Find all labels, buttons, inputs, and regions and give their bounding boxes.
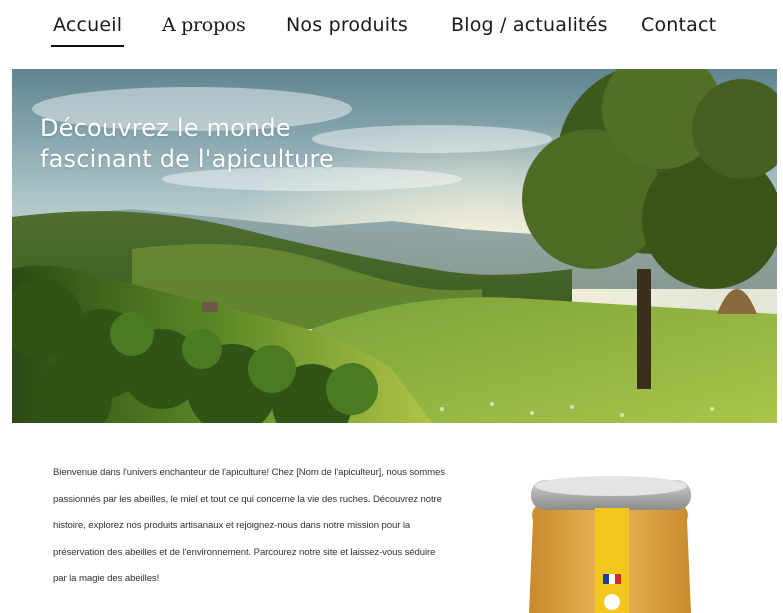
nav-item-a-propos[interactable]: A propos <box>162 14 246 36</box>
nav-item-accueil[interactable]: Accueil <box>53 14 122 36</box>
hero-banner: Découvrez le monde fascinant de l'apicul… <box>12 69 777 423</box>
nav-item-contact[interactable]: Contact <box>641 14 716 36</box>
main-navigation: Accueil A propos Nos produits Blog / act… <box>0 0 783 58</box>
active-nav-indicator <box>51 45 124 47</box>
nav-item-nos-produits[interactable]: Nos produits <box>286 14 408 36</box>
hero-title: Découvrez le monde fascinant de l'apicul… <box>40 114 334 173</box>
nav-item-blog[interactable]: Blog / actualités <box>451 14 608 36</box>
honey-jar-image <box>445 450 783 613</box>
intro-paragraph: Bienvenue dans l'univers enchanteur de l… <box>53 467 445 585</box>
